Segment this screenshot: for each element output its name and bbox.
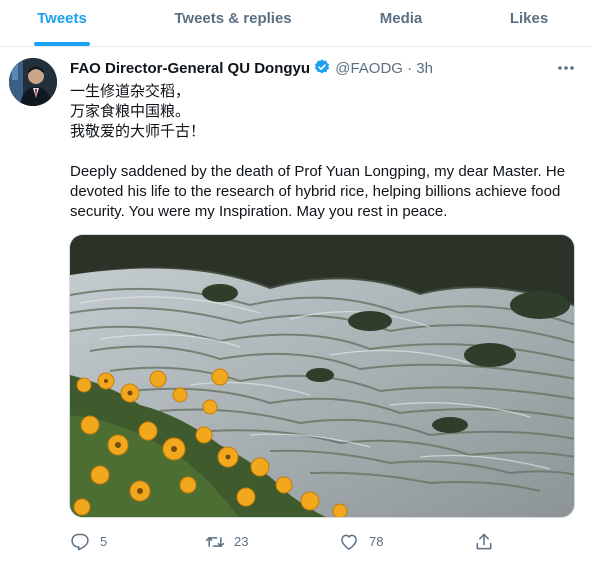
tweet-poem: 一生修道杂交稻， 万家食粮中国粮。 我敬爱的大师千古！ [70,82,570,142]
retweet-button[interactable]: 23 [204,532,264,552]
retweet-count: 23 [234,534,249,549]
tab-media[interactable]: Media [362,0,440,46]
reply-button[interactable]: 5 [70,532,130,552]
body-line: Deeply saddened by the death of Prof Yua… [70,163,566,180]
verified-badge-icon [313,58,331,83]
poem-line: 万家食粮中国粮。 [70,103,191,120]
profile-tabs: Tweets Tweets & replies Media Likes [0,0,592,47]
tweet-body: Deeply saddened by the death of Prof Yua… [70,162,570,222]
reply-count: 5 [100,534,108,549]
active-tab-indicator [34,42,90,46]
more-options-icon[interactable] [556,58,576,78]
tweet-timestamp[interactable]: 3h [416,60,433,77]
share-button[interactable] [474,532,496,552]
share-icon [476,533,492,550]
tab-tweets-and-replies[interactable]: Tweets & replies [160,0,306,46]
body-line: devoted his life to the research of hybr… [70,183,561,200]
tab-tweets[interactable]: Tweets [14,0,110,46]
heart-icon [341,534,357,550]
author-name[interactable]: FAO Director-General QU Dongyu [70,60,310,77]
retweet-icon [205,537,225,547]
tweet-header: FAO Director-General QU Dongyu @FAODG · … [70,58,433,80]
tab-likes[interactable]: Likes [494,0,564,46]
like-count: 78 [369,534,384,549]
reply-icon [71,533,89,551]
poem-line: 我敬爱的大师千古！ [70,123,206,140]
avatar[interactable] [9,58,57,106]
body-line: security. You were my Inspiration. May y… [70,203,448,220]
tweet-photo[interactable] [69,234,575,518]
author-handle[interactable]: @FAODG [335,60,403,77]
like-button[interactable]: 78 [339,532,399,552]
separator: · [407,60,413,77]
poem-line: 一生修道杂交稻， [70,83,191,100]
